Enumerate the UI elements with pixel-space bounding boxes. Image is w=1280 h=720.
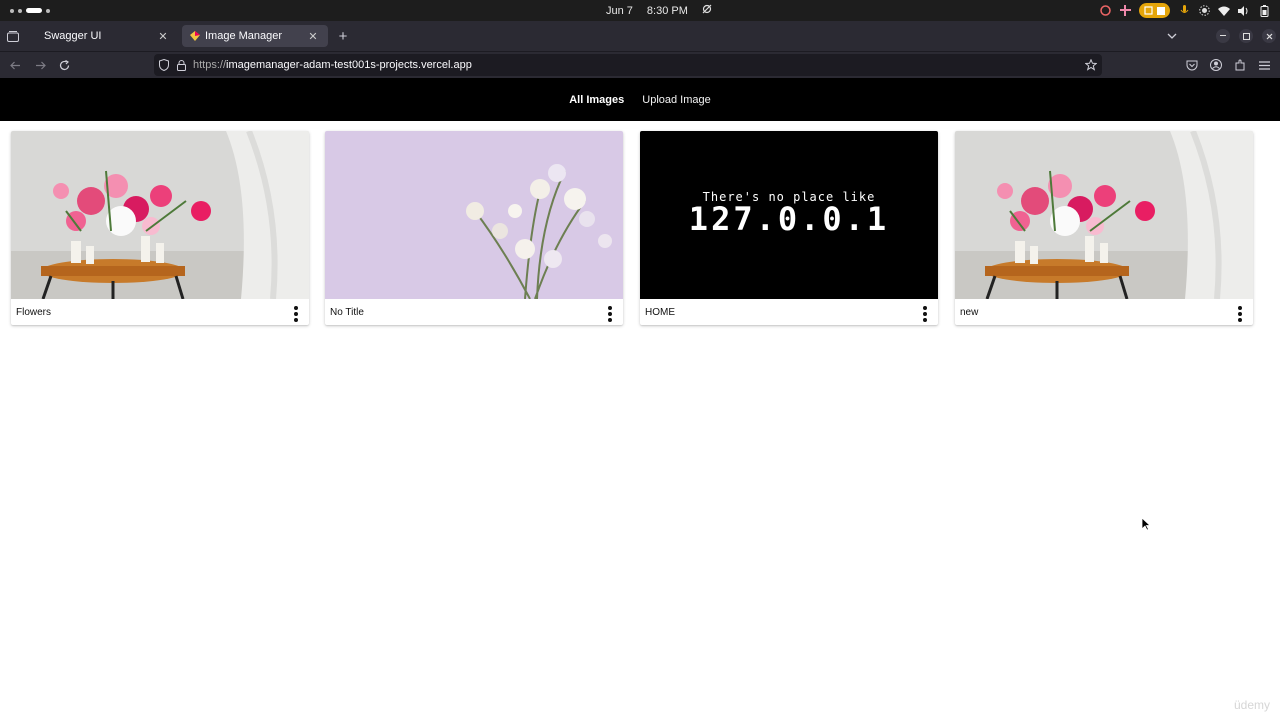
maximize-icon[interactable] [1239, 29, 1253, 43]
favicon-icon [190, 31, 200, 41]
tab-title: Swagger UI [44, 30, 102, 42]
image-title: No Title [330, 306, 364, 318]
clock[interactable]: Jun 7 8:30 PM [606, 4, 712, 17]
volume-icon[interactable] [1238, 5, 1250, 17]
microphone-icon[interactable] [1178, 5, 1190, 17]
reload-icon[interactable] [57, 58, 71, 72]
battery-icon[interactable] [1258, 4, 1270, 17]
more-options-icon[interactable] [293, 306, 299, 322]
window-close-icon[interactable] [1262, 29, 1276, 43]
system-tray[interactable] [1099, 3, 1270, 18]
forward-icon[interactable] [33, 58, 47, 72]
extensions-icon[interactable] [1233, 58, 1247, 72]
hamburger-menu-icon[interactable] [1257, 58, 1271, 72]
lock-icon[interactable] [177, 59, 186, 71]
browser-tab-bar: Swagger UI ✕ Image Manager ✕ + [0, 21, 1280, 51]
workspace-indicator[interactable] [10, 7, 50, 14]
close-icon[interactable]: ✕ [156, 30, 170, 43]
lilac-flowers-image[interactable] [325, 131, 623, 299]
new-tab-icon[interactable]: + [336, 28, 350, 45]
card-footer: No Title [325, 299, 623, 325]
alarm-off-icon [702, 4, 712, 17]
image-card[interactable]: There's no place like 127.0.0.1 HOME [640, 131, 938, 325]
clock-date: Jun 7 [606, 4, 633, 17]
flowers-image[interactable] [11, 131, 309, 299]
bookmark-star-icon[interactable] [1085, 59, 1097, 71]
chrome-indicator-icon[interactable] [1099, 5, 1111, 17]
image-card[interactable]: Flowers [11, 131, 309, 325]
clock-time: 8:30 PM [646, 4, 688, 17]
back-icon[interactable] [8, 58, 22, 72]
udemy-watermark: üdemy [1233, 698, 1270, 712]
image-title: HOME [645, 306, 675, 318]
mouse-cursor-icon [1141, 517, 1151, 531]
browser-toolbar: https://imagemanager-adam-test001s-proje… [0, 51, 1280, 78]
tab-image-manager[interactable]: Image Manager ✕ [182, 25, 328, 47]
image-card[interactable]: new [955, 131, 1253, 325]
image-title: Flowers [16, 306, 52, 318]
more-options-icon[interactable] [607, 306, 613, 322]
tab-overview-icon[interactable] [6, 29, 20, 43]
shield-icon[interactable] [159, 59, 169, 71]
card-footer: Flowers [11, 299, 309, 325]
tab-swagger-ui[interactable]: Swagger UI ✕ [30, 25, 178, 47]
brightness-icon[interactable] [1198, 5, 1210, 17]
home-localhost-image[interactable]: There's no place like 127.0.0.1 [640, 131, 938, 299]
more-options-icon[interactable] [922, 306, 928, 322]
account-icon[interactable] [1209, 58, 1223, 72]
image-caption-line2: 127.0.0.1 [688, 200, 890, 238]
close-icon[interactable]: ✕ [306, 30, 320, 43]
system-top-bar: Jun 7 8:30 PM [0, 0, 1280, 21]
nav-all-images[interactable]: All Images [569, 94, 624, 106]
image-card[interactable]: No Title [325, 131, 623, 325]
nav-upload-image[interactable]: Upload Image [642, 94, 711, 106]
wifi-icon[interactable] [1218, 5, 1230, 17]
card-footer: HOME [640, 299, 938, 325]
app-navbar: All Images Upload Image [0, 78, 1280, 121]
minimize-icon[interactable] [1216, 29, 1230, 43]
url-host: imagemanager-adam-test001s-projects.verc… [226, 59, 472, 71]
tab-title: Image Manager [205, 30, 283, 42]
pocket-icon[interactable] [1185, 58, 1199, 72]
flowers-image[interactable] [955, 131, 1253, 299]
slack-icon[interactable] [1119, 5, 1131, 17]
screen-recording-indicator[interactable] [1139, 3, 1170, 18]
url-scheme: https:// [193, 59, 227, 71]
more-options-icon[interactable] [1237, 306, 1243, 322]
url-text: https://imagemanager-adam-test001s-proje… [193, 59, 472, 71]
card-footer: new [955, 299, 1253, 325]
image-title: new [960, 306, 979, 318]
chevron-down-icon[interactable] [1165, 29, 1179, 43]
address-bar[interactable]: https://imagemanager-adam-test001s-proje… [154, 54, 1102, 76]
